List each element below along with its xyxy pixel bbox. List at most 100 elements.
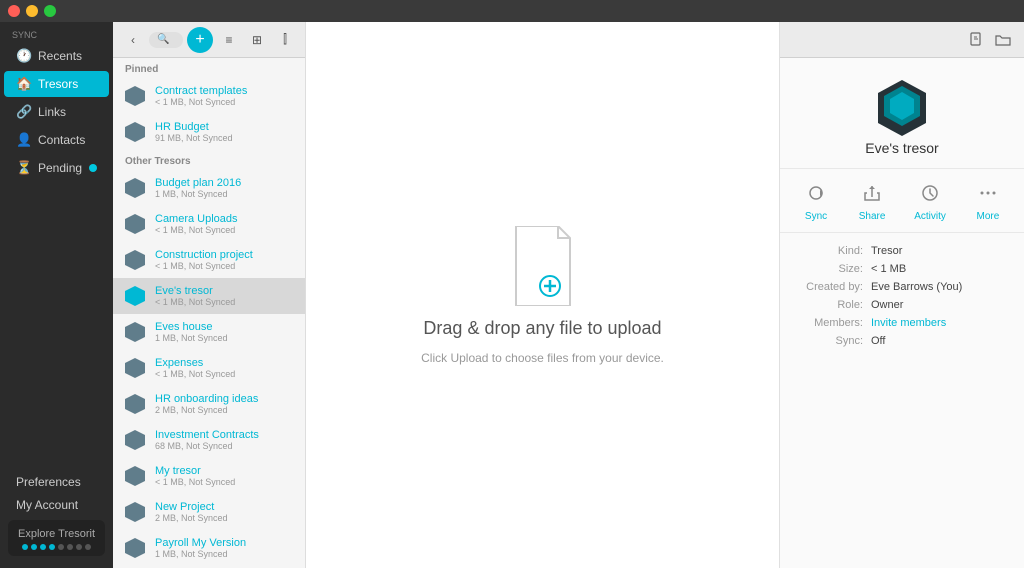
traffic-lights [8,5,56,17]
maximize-button[interactable] [44,5,56,17]
invite-members-link[interactable]: Invite members [871,317,1008,329]
drag-drop-area[interactable]: Drag & drop any file to upload Click Upl… [421,226,664,365]
app-body: Sync 🕐 Recents 🏠 Tresors 🔗 Links 👤 Conta… [0,22,1024,568]
more-label: More [977,211,1000,222]
drag-drop-subtitle: Click Upload to choose files from your d… [421,351,664,365]
sync-action[interactable]: Sync [802,179,830,222]
tresors-icon: 🏠 [16,76,32,92]
file-info: HR Budget 91 MB, Not Synced [155,121,295,143]
activity-action[interactable]: Activity [914,179,946,222]
file-toolbar: ‹ 🔍 + ≡ ⊞ ⫿ [113,22,305,58]
pending-badge [89,164,97,172]
file-name: Budget plan 2016 [155,177,295,189]
detail-key: Sync: [796,335,871,347]
list-item[interactable]: Investment Contracts 68 MB, Not Synced [113,422,305,458]
file-info: Payroll My Version 1 MB, Not Synced [155,537,295,559]
list-item[interactable]: Expenses < 1 MB, Not Synced [113,350,305,386]
file-meta: 2 MB, Not Synced [155,405,295,415]
sidebar-item-contacts[interactable]: 👤 Contacts [4,127,109,153]
sidebar: Sync 🕐 Recents 🏠 Tresors 🔗 Links 👤 Conta… [0,22,113,568]
file-meta: 1 MB, Not Synced [155,549,295,559]
file-meta: 91 MB, Not Synced [155,133,295,143]
file-info: Camera Uploads < 1 MB, Not Synced [155,213,295,235]
list-item[interactable]: Contract templates < 1 MB, Not Synced [113,78,305,114]
sidebar-bottom: Preferences My Account Explore Tresorit [0,462,113,568]
file-info: Eve's tresor < 1 MB, Not Synced [155,285,295,307]
file-info: Budget plan 2016 1 MB, Not Synced [155,177,295,199]
sidebar-item-recents[interactable]: 🕐 Recents [4,43,109,69]
list-item[interactable]: Budget plan 2016 1 MB, Not Synced [113,170,305,206]
main-content: Drag & drop any file to upload Click Upl… [306,22,779,568]
sidebar-item-label: Pending [38,161,82,175]
detail-key: Size: [796,263,871,275]
file-info: Construction project < 1 MB, Not Synced [155,249,295,271]
upload-file-icon [508,226,578,306]
tresor-icon [123,500,147,524]
sync-icon [802,179,830,207]
dot-3 [40,544,46,550]
folder-button[interactable] [990,27,1016,53]
new-tresor-button[interactable] [964,27,990,53]
list-item[interactable]: Eves house 1 MB, Not Synced [113,314,305,350]
tresor-icon [123,536,147,560]
contacts-icon: 👤 [16,132,32,148]
view-grid-button[interactable]: ⊞ [245,28,269,52]
tresor-icon [123,212,147,236]
file-name: Investment Contracts [155,429,295,441]
tresor-actions: Sync Share Activity More [780,169,1024,233]
file-info: Investment Contracts 68 MB, Not Synced [155,429,295,451]
back-button[interactable]: ‹ [121,28,145,52]
share-icon [858,179,886,207]
list-item[interactable]: My tresor < 1 MB, Not Synced [113,458,305,494]
file-name: Contract templates [155,85,295,97]
more-action[interactable]: More [974,179,1002,222]
file-info: Expenses < 1 MB, Not Synced [155,357,295,379]
tresor-icon [123,176,147,200]
list-item[interactable]: New Project 2 MB, Not Synced [113,494,305,530]
minimize-button[interactable] [26,5,38,17]
sync-label: Sync [805,211,827,222]
sidebar-item-my-account[interactable]: My Account [4,494,109,516]
more-icon [974,179,1002,207]
search-input[interactable] [173,34,175,46]
file-info: My tresor < 1 MB, Not Synced [155,465,295,487]
sidebar-spacer [0,182,113,462]
sidebar-item-links[interactable]: 🔗 Links [4,99,109,125]
share-action[interactable]: Share [858,179,886,222]
list-item[interactable]: HR onboarding ideas 2 MB, Not Synced [113,386,305,422]
tresor-icon [123,356,147,380]
upload-button[interactable]: + [187,27,213,53]
detail-key: Created by: [796,281,871,293]
view-list-button[interactable]: ≡ [217,28,241,52]
close-button[interactable] [8,5,20,17]
search-box[interactable]: 🔍 [149,32,183,48]
dot-8 [85,544,91,550]
drag-drop-title: Drag & drop any file to upload [423,318,661,339]
view-columns-button[interactable]: ⫿ [273,28,297,52]
list-item[interactable]: Construction project < 1 MB, Not Synced [113,242,305,278]
explore-dots [16,544,97,550]
dot-6 [67,544,73,550]
list-item[interactable]: Camera Uploads < 1 MB, Not Synced [113,206,305,242]
file-meta: < 1 MB, Not Synced [155,261,295,271]
explore-banner[interactable]: Explore Tresorit [8,520,105,556]
detail-row-members: Members: Invite members [796,317,1008,329]
sidebar-item-label: Contacts [38,133,85,147]
sidebar-item-pending[interactable]: ⏳ Pending [4,155,109,181]
list-item[interactable]: Payroll My Version 1 MB, Not Synced [113,530,305,566]
right-panel-toolbar [780,22,1024,58]
tresor-name: Eve's tresor [865,140,938,156]
file-list: Pinned Contract templates < 1 MB, Not Sy… [113,58,305,568]
list-item[interactable]: HR Budget 91 MB, Not Synced [113,114,305,150]
sidebar-item-label: Links [38,105,66,119]
my-account-label: My Account [16,498,78,512]
search-icon: 🔍 [157,34,169,45]
sidebar-item-tresors[interactable]: 🏠 Tresors [4,71,109,97]
share-label: Share [859,211,886,222]
dot-1 [22,544,28,550]
tresor-details: Kind: Tresor Size: < 1 MB Created by: Ev… [780,233,1024,365]
detail-row-created-by: Created by: Eve Barrows (You) [796,281,1008,293]
other-section-header: Other Tresors [113,150,305,170]
list-item[interactable]: Eve's tresor < 1 MB, Not Synced [113,278,305,314]
sidebar-item-preferences[interactable]: Preferences [4,471,109,493]
